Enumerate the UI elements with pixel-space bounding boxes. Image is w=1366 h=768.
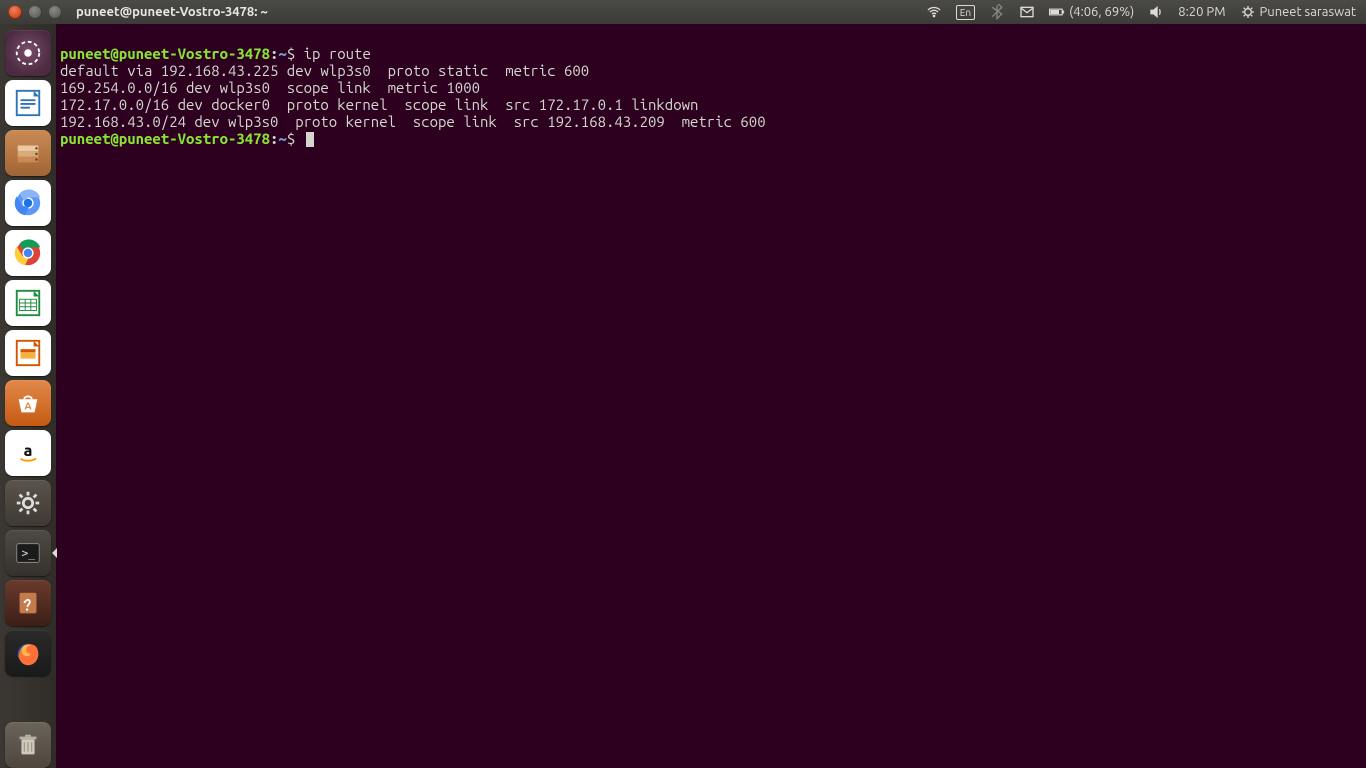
terminal-icon[interactable]: >_ <box>5 530 51 576</box>
ubuntu-software-icon[interactable]: A <box>5 380 51 426</box>
window-minimize-button[interactable] <box>28 5 42 19</box>
amazon-icon[interactable]: a <box>5 430 51 476</box>
prompt-line-2: puneet@puneet-Vostro-3478:~$ <box>60 130 314 147</box>
battery-indicator[interactable]: (4:06, 69%) <box>1049 4 1134 20</box>
cursor <box>306 132 314 147</box>
files-icon[interactable] <box>5 130 51 176</box>
session-menu[interactable]: Puneet saraswat <box>1240 4 1357 20</box>
dash-icon[interactable] <box>5 30 51 76</box>
command-1: ip route <box>304 45 371 62</box>
output-line: 192.168.43.0/24 dev wlp3s0 proto kernel … <box>60 113 766 130</box>
prompt-symbol: $ <box>287 130 295 147</box>
top-menubar: puneet@puneet-Vostro-3478: ~ En (4:06, 6… <box>0 0 1366 24</box>
terminal-viewport[interactable]: puneet@puneet-Vostro-3478:~$ ip route de… <box>56 24 1366 768</box>
prompt-user: puneet@puneet-Vostro-3478 <box>60 45 270 62</box>
keyboard-layout-indicator[interactable]: En <box>956 5 975 20</box>
libreoffice-calc-icon[interactable] <box>5 280 51 326</box>
prompt-line-1: puneet@puneet-Vostro-3478:~$ ip route <box>60 45 371 62</box>
prompt-path: ~ <box>278 45 286 62</box>
bluetooth-indicator-icon[interactable] <box>989 4 1005 20</box>
output-line: 169.254.0.0/16 dev wlp3s0 scope link met… <box>60 79 480 96</box>
firefox-icon[interactable] <box>5 630 51 676</box>
prompt-user: puneet@puneet-Vostro-3478 <box>60 130 270 147</box>
prompt-path: ~ <box>278 130 286 147</box>
clock[interactable]: 8:20 PM <box>1178 5 1225 19</box>
session-user: Puneet saraswat <box>1260 5 1357 19</box>
window-close-button[interactable] <box>8 5 22 19</box>
google-chrome-icon[interactable] <box>5 230 51 276</box>
devhelp-icon[interactable] <box>5 580 51 626</box>
window-maximize-button[interactable] <box>48 5 62 19</box>
window-title: puneet@puneet-Vostro-3478: ~ <box>76 5 268 19</box>
window-controls <box>0 5 62 19</box>
trash-icon[interactable] <box>5 722 51 768</box>
system-tray: En (4:06, 69%) 8:20 PM Puneet saraswat <box>926 4 1366 20</box>
libreoffice-impress-icon[interactable] <box>5 330 51 376</box>
chromium-icon[interactable] <box>5 180 51 226</box>
svg-text:A: A <box>24 400 32 412</box>
volume-indicator-icon[interactable] <box>1148 4 1164 20</box>
mail-indicator-icon[interactable] <box>1019 4 1035 20</box>
unity-launcher: A a >_ <box>0 24 56 768</box>
output-line: default via 192.168.43.225 dev wlp3s0 pr… <box>60 62 589 79</box>
prompt-symbol: $ <box>287 45 295 62</box>
svg-text:>_: >_ <box>21 547 35 560</box>
output-line: 172.17.0.0/16 dev docker0 proto kernel s… <box>60 96 698 113</box>
wifi-indicator-icon[interactable] <box>926 4 942 20</box>
battery-text: (4:06, 69%) <box>1069 5 1134 19</box>
system-settings-icon[interactable] <box>5 480 51 526</box>
libreoffice-writer-icon[interactable] <box>5 80 51 126</box>
svg-text:a: a <box>24 442 33 460</box>
